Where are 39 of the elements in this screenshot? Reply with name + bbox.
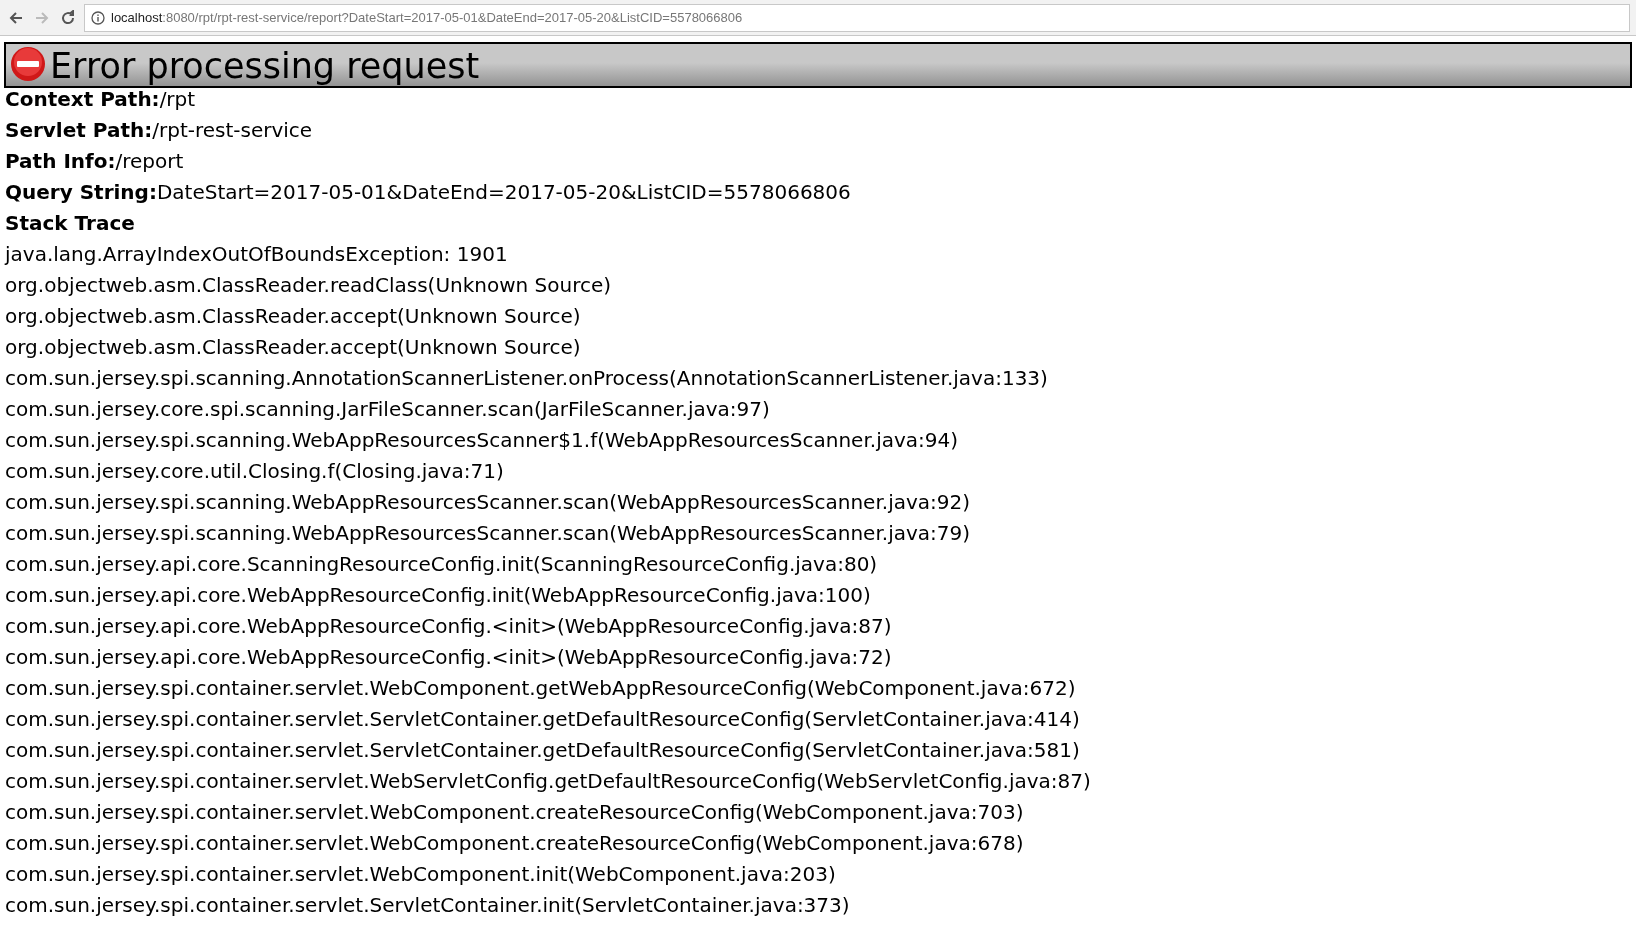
stack-trace-line: com.sun.jersey.spi.scanning.AnnotationScannerListener.onProcess(AnnotationScannerListener.java:133) (5, 365, 1049, 392)
field-label: Query String: (5, 179, 157, 206)
field-label: Context Path: (5, 86, 160, 113)
stack-trace-line: com.sun.jersey.api.core.WebAppResourceConfig.<init>(WebAppResourceConfig.java:72) (5, 644, 893, 671)
stack-trace-line: com.sun.jersey.spi.container.servlet.WebComponent.init(WebComponent.java:203) (5, 861, 837, 888)
info-icon (91, 10, 105, 25)
back-arrow-icon (8, 9, 24, 26)
stack-trace-heading: Stack Trace (5, 210, 136, 237)
reload-icon (60, 9, 76, 26)
stack-trace-line: java.lang.ArrayIndexOutOfBoundsException: 1901 (5, 241, 509, 268)
field-value: /report (115, 148, 184, 175)
stack-trace-line: com.sun.jersey.spi.container.servlet.WebServletConfig.getDefaultResourceConfig(WebServletConfig.java:87) (5, 768, 1092, 795)
stack-trace-line: com.sun.jersey.spi.container.servlet.WebComponent.getWebAppResourceConfig(WebComponent.java:672) (5, 675, 1077, 702)
stack-trace-line: com.sun.jersey.core.spi.scanning.JarFileScanner.scan(JarFileScanner.java:97) (5, 396, 771, 423)
stack-trace-line: com.sun.jersey.spi.container.servlet.ServletContainer.getDefaultResourceConfig(ServletContainer.java:414) (5, 706, 1081, 733)
stack-trace-line: com.sun.jersey.spi.scanning.WebAppResourcesScanner.scan(WebAppResourcesScanner.java:79) (5, 520, 972, 547)
stack-trace-line: org.objectweb.asm.ClassReader.accept(Unknown Source) (5, 303, 582, 330)
stack-trace-line: com.sun.jersey.core.util.Closing.f(Closing.java:71) (5, 458, 505, 485)
stack-trace-line: com.sun.jersey.spi.container.servlet.ServletContainer.getDefaultResourceConfig(ServletContainer.java:581) (5, 737, 1081, 764)
stack-trace-line: org.objectweb.asm.ClassReader.accept(Unknown Source) (5, 334, 582, 361)
field-label: Path Info: (5, 148, 116, 175)
address-bar[interactable]: localhost:8080/rpt/rpt-rest-service/report?DateStart=2017-05-01&DateEnd=2017-05-20&ListCID=5578066806 (84, 3, 1630, 32)
stack-trace-line: com.sun.jersey.spi.scanning.WebAppResourcesScanner.scan(WebAppResourcesScanner.java:92) (5, 489, 972, 516)
error-title: Error processing request (50, 46, 480, 86)
stack-trace-line: org.objectweb.asm.ClassReader.readClass(Unknown Source) (5, 272, 613, 299)
field-value: DateStart=2017-05-01&DateEnd=2017-05-20&ListCID=5578066806 (156, 179, 851, 206)
forward-arrow-icon (34, 9, 50, 26)
field-label: Servlet Path: (5, 117, 153, 144)
url-text: localhost:8080/rpt/rpt-rest-service/report?DateStart=2017-05-01&DateEnd=2017-05-20&ListCID=5578066806 (111, 8, 743, 27)
stack-trace-line: com.sun.jersey.api.core.WebAppResourceConfig.<init>(WebAppResourceConfig.java:87) (5, 613, 893, 640)
field-value: /rpt (159, 86, 196, 113)
stack-trace-line: com.sun.jersey.spi.container.servlet.WebComponent.createResourceConfig(WebComponent.java:678) (5, 830, 1025, 857)
stack-trace-line: com.sun.jersey.api.core.ScanningResourceConfig.init(ScanningResourceConfig.java:80) (5, 551, 879, 578)
stack-trace-line: com.sun.jersey.spi.container.servlet.ServletContainer.init(ServletContainer.java:373) (5, 892, 851, 919)
stack-trace-line: com.sun.jersey.spi.container.servlet.WebComponent.createResourceConfig(WebComponent.java:703) (5, 799, 1025, 826)
field-value: /rpt-rest-service (152, 117, 313, 144)
stack-trace-line: com.sun.jersey.api.core.WebAppResourceConfig.init(WebAppResourceConfig.java:100) (5, 582, 872, 609)
error-icon (10, 46, 46, 82)
stack-trace-line: com.sun.jersey.spi.scanning.WebAppResourcesScanner$1.f(WebAppResourcesScanner.java:94) (5, 427, 960, 454)
